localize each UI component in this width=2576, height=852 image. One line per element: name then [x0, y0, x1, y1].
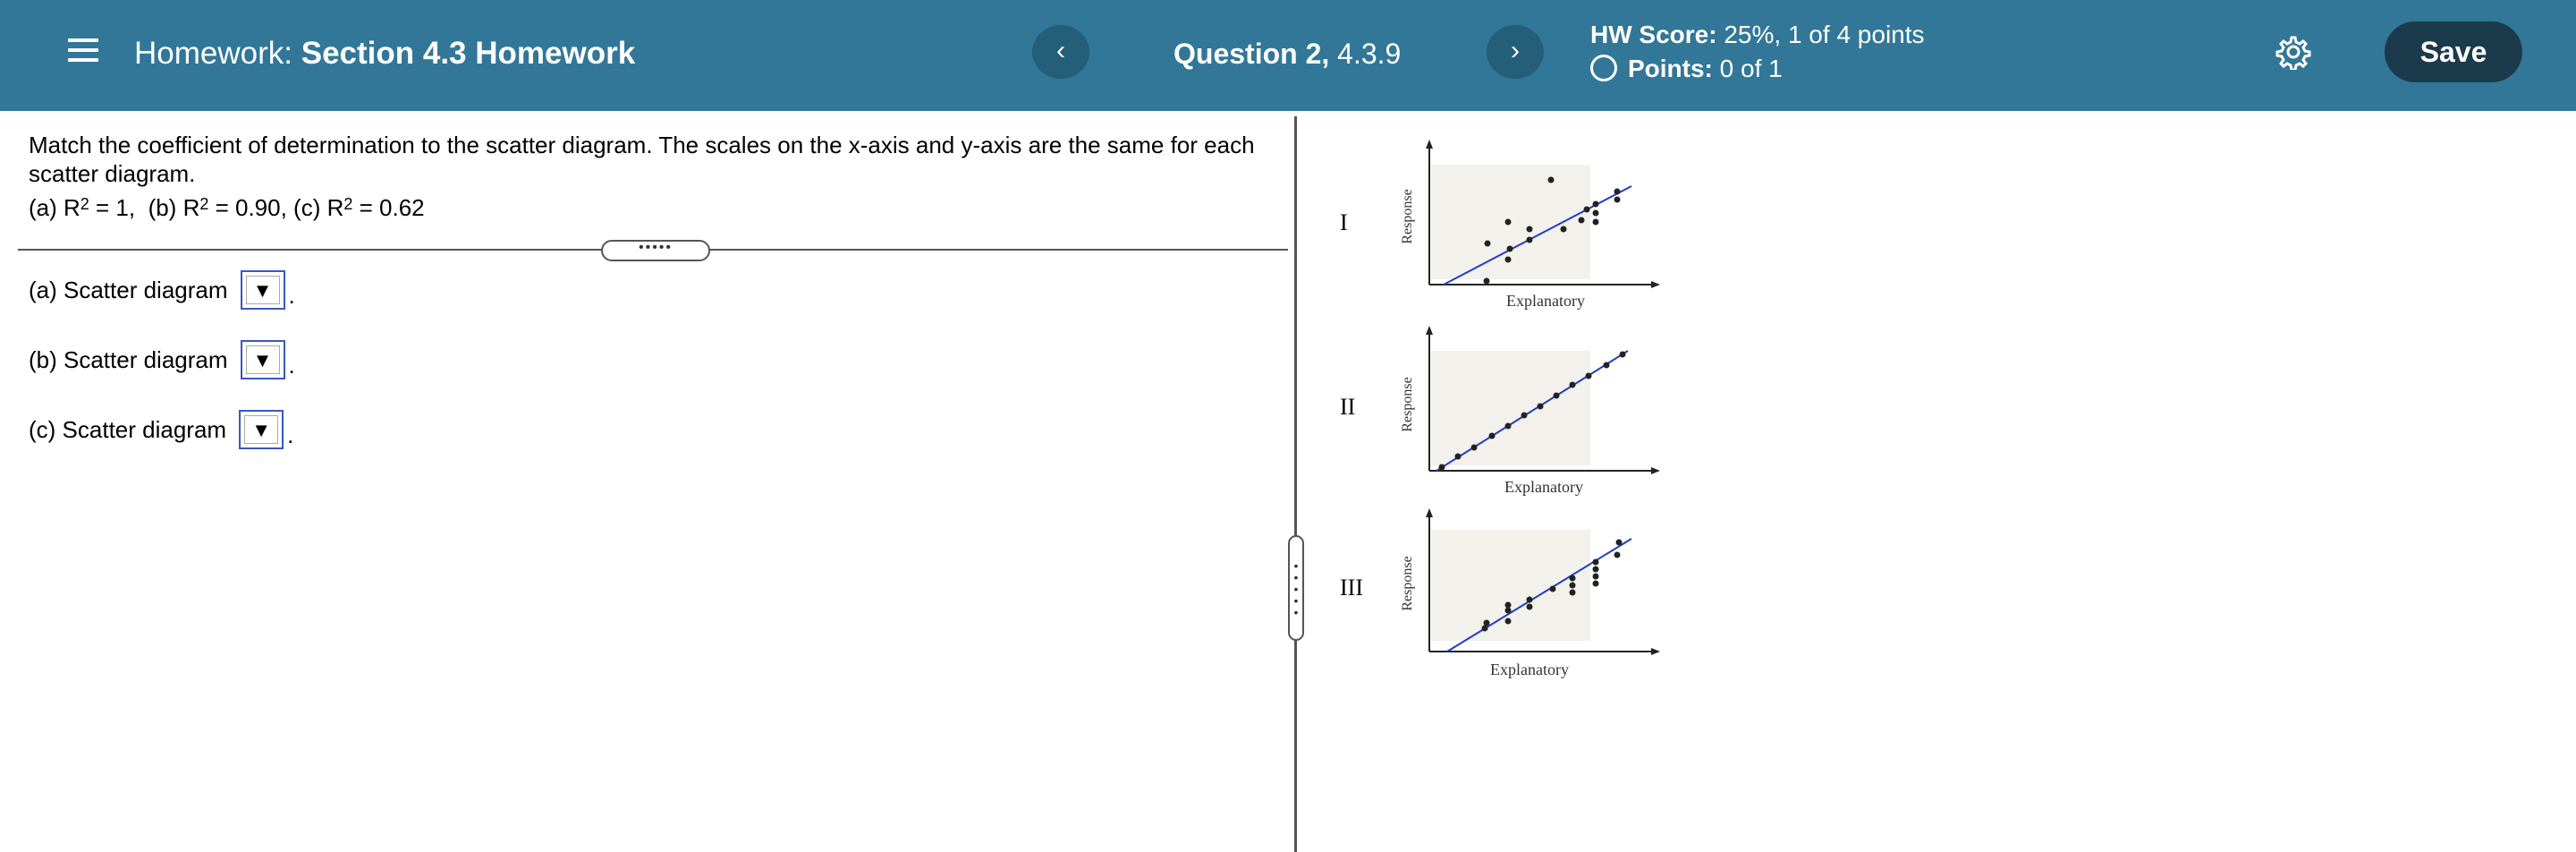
top-bar: Homework: Section 4.3 Homework ‹ Questio… [0, 0, 2576, 111]
diagram-label-1: I [1340, 209, 1348, 235]
hw-score-value: 25%, 1 of 4 points [1724, 21, 1925, 48]
scatter-diagram-2: Explanatory Response [1400, 326, 1660, 496]
points-status-icon [1590, 55, 1617, 81]
plot-background [1431, 351, 1590, 465]
x-axis-label: Explanatory [1490, 660, 1569, 678]
x-axis-label: Explanatory [1506, 292, 1585, 310]
plot-background [1431, 530, 1590, 641]
question-text: Match the coefficient of determination t… [29, 132, 1255, 187]
points-value: 0 of 1 [1719, 55, 1783, 82]
scatter-diagram-1: Explanatory Response [1400, 140, 1660, 310]
exponent: 2 [199, 195, 209, 213]
points-label: Points: [1628, 55, 1713, 82]
r-squared-values: (a) R2 = 1, (b) R2 = 0.90, (c) R2 = 0.62 [29, 193, 425, 222]
formula-a: (a) R [29, 194, 80, 221]
diagram-label-2: II [1340, 394, 1356, 420]
question-label: Question 2, [1174, 38, 1330, 70]
answer-label-b: (b) Scatter diagram [29, 346, 228, 373]
homework-title: Homework: Section 4.3 Homework [134, 34, 635, 73]
vertical-divider [1294, 116, 1297, 852]
question-pane: Match the coefficient of determination t… [0, 111, 1295, 852]
y-axis-arrow-icon [1426, 140, 1433, 149]
settings-gear-icon[interactable] [2275, 34, 2311, 72]
vertical-splitter-handle[interactable]: • • • • • [1288, 535, 1304, 641]
y-axis-label: Response [1400, 556, 1415, 610]
exponent: 2 [343, 195, 353, 213]
formula-b: (b) R [148, 194, 200, 221]
answer-row-a: (a) Scatter diagram ▼. [29, 270, 295, 310]
answer-dropdown-b[interactable]: ▼ [240, 340, 285, 379]
y-axis-label: Response [1400, 377, 1415, 431]
y-axis-arrow-icon [1426, 326, 1433, 335]
x-axis-arrow-icon [1651, 467, 1660, 474]
homework-section-title: Section 4.3 Homework [301, 36, 636, 71]
x-axis-arrow-icon [1651, 648, 1660, 655]
save-button[interactable]: Save [2385, 21, 2522, 82]
period: . [288, 352, 295, 379]
homework-prefix: Homework: [134, 36, 292, 71]
score-panel: HW Score: 25%, 1 of 4 points Points: 0 o… [1590, 18, 1925, 86]
question-title: Question 2, 4.3.9 [1174, 35, 1401, 72]
formula-c-value: = 0.62 [352, 194, 425, 221]
scatter-diagram-3: Explanatory Response [1400, 508, 1660, 678]
y-axis-label: Response [1400, 189, 1415, 243]
exponent: 2 [80, 195, 89, 213]
previous-question-button[interactable]: ‹ [1032, 25, 1089, 79]
formula-c: (c) R [293, 194, 344, 221]
menu-icon[interactable] [68, 34, 98, 64]
period: . [287, 422, 294, 448]
dropdown-arrow-icon: ▼ [245, 345, 280, 374]
formula-a-value: = 1, [89, 194, 148, 221]
x-axis-arrow-icon [1651, 281, 1660, 288]
answer-row-c: (c) Scatter diagram ▼. [29, 410, 293, 449]
y-axis-arrow-icon [1426, 508, 1433, 517]
answer-label-a: (a) Scatter diagram [29, 277, 228, 303]
dropdown-arrow-icon: ▼ [244, 415, 279, 444]
horizontal-splitter-handle[interactable]: ••••• [601, 240, 710, 261]
answer-label-c: (c) Scatter diagram [29, 416, 227, 443]
answer-dropdown-c[interactable]: ▼ [239, 410, 284, 449]
question-number: 4.3.9 [1337, 38, 1402, 70]
next-question-button[interactable]: › [1487, 25, 1544, 79]
formula-b-value: = 0.90, [208, 194, 294, 221]
answer-row-b: (b) Scatter diagram ▼. [29, 340, 295, 379]
period: . [288, 282, 295, 309]
answer-dropdown-a[interactable]: ▼ [240, 270, 285, 310]
hw-score-label: HW Score: [1590, 21, 1717, 48]
diagram-label-3: III [1340, 575, 1363, 601]
dropdown-arrow-icon: ▼ [245, 276, 280, 304]
x-axis-label: Explanatory [1504, 478, 1583, 496]
